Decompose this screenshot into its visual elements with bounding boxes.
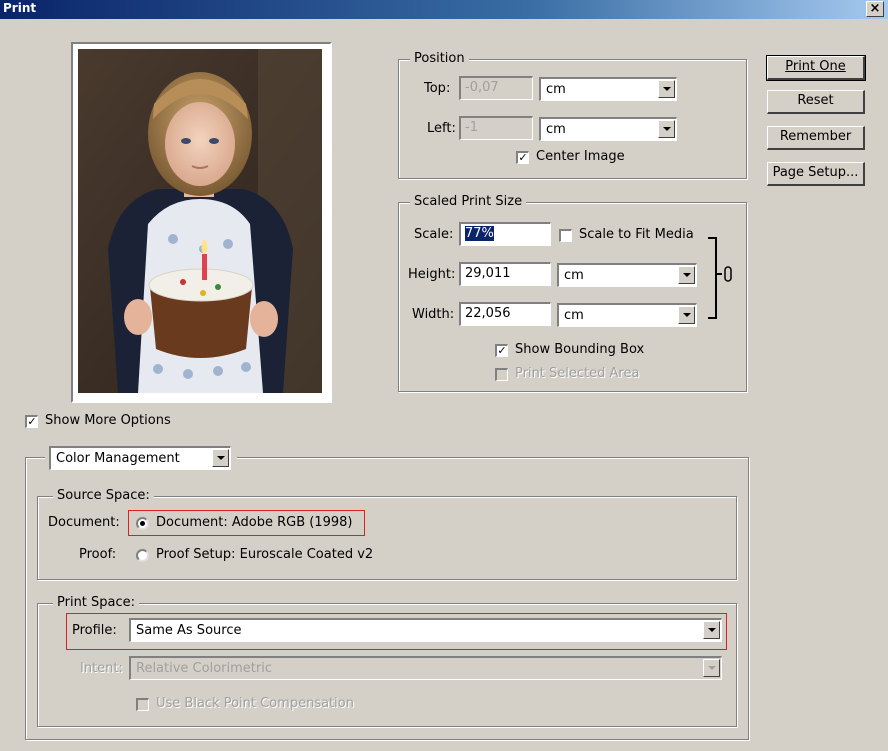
scale-value: 77% [465,226,494,241]
remember-label: Remember [779,129,852,144]
black-point-checkbox [136,698,149,711]
width-field[interactable]: 22,056 [459,302,551,326]
close-icon[interactable]: × [866,1,884,17]
show-more-options-label: Show More Options [45,413,171,428]
print-selected-area-label: Print Selected Area [515,366,640,381]
scale-field[interactable]: 77% [459,222,551,246]
black-point-label: Use Black Point Compensation [156,696,354,711]
chevron-down-icon[interactable] [658,80,675,98]
left-field[interactable]: -1 [459,116,533,140]
remember-button[interactable]: Remember [767,126,865,150]
intent-value: Relative Colorimetric [136,661,272,676]
left-unit-select[interactable]: cm [539,117,677,141]
radio-dot [140,521,145,526]
chevron-down-icon[interactable] [678,266,695,284]
girl-with-cake-photo [78,49,322,393]
height-field[interactable]: 29,011 [459,262,551,286]
height-label: Height: [408,267,456,282]
source-space-legend: Source Space: [53,488,154,503]
width-label: Width: [412,307,455,322]
intent-select: Relative Colorimetric [129,656,722,680]
document-label: Document: [48,515,120,530]
height-unit-value: cm [564,268,584,283]
profile-value: Same As Source [136,623,242,638]
chevron-down-icon[interactable] [703,621,720,639]
width-unit-value: cm [564,308,584,323]
show-bounding-box-checkbox[interactable]: ✓ [495,344,508,357]
top-field[interactable]: -0,07 [459,76,533,100]
show-bounding-box-label: Show Bounding Box [515,342,645,357]
source-space-group [37,496,737,580]
proof-option-label: Proof Setup: Euroscale Coated v2 [156,547,374,562]
document-option-label: Document: Adobe RGB (1998) [156,515,353,530]
width-unit-select[interactable]: cm [557,303,697,327]
height-unit-select[interactable]: cm [557,263,697,287]
position-legend: Position [410,51,469,66]
scale-to-fit-label: Scale to Fit Media [579,227,694,242]
document-radio[interactable] [136,517,149,530]
top-label: Top: [424,81,451,96]
reset-label: Reset [797,93,834,108]
section-select-value: Color Management [56,451,180,466]
profile-label: Profile: [72,623,117,638]
scale-to-fit-checkbox[interactable] [559,229,572,242]
show-more-options-checkbox[interactable]: ✓ [25,415,38,428]
center-image-label: Center Image [536,149,625,164]
left-unit-value: cm [546,122,566,137]
center-image-checkbox[interactable]: ✓ [516,151,529,164]
page-setup-label: Page Setup... [772,165,859,180]
proof-label: Proof: [79,547,117,562]
page-setup-button[interactable]: Page Setup... [767,162,865,186]
print-one-button[interactable]: Print One [766,55,866,81]
reset-button[interactable]: Reset [767,90,865,114]
proof-radio[interactable] [136,549,149,562]
chevron-down-icon [703,659,720,677]
print-space-legend: Print Space: [53,595,140,610]
chevron-down-icon[interactable] [658,120,675,138]
window-title: Print [3,1,37,15]
section-select[interactable]: Color Management [49,446,231,470]
scaled-legend: Scaled Print Size [410,194,527,209]
print-selected-area-checkbox [495,368,508,381]
title-bar: Print × [0,0,888,19]
chain-link-icon[interactable] [700,234,740,324]
preview-image[interactable] [78,49,322,393]
print-one-label: Print One [785,59,846,74]
intent-label: Intent: [80,661,123,676]
left-label: Left: [427,121,456,136]
profile-select[interactable]: Same As Source [129,618,722,642]
chevron-down-icon[interactable] [212,449,229,467]
top-unit-value: cm [546,82,566,97]
chevron-down-icon[interactable] [678,306,695,324]
top-unit-select[interactable]: cm [539,77,677,101]
scale-label: Scale: [414,227,454,242]
